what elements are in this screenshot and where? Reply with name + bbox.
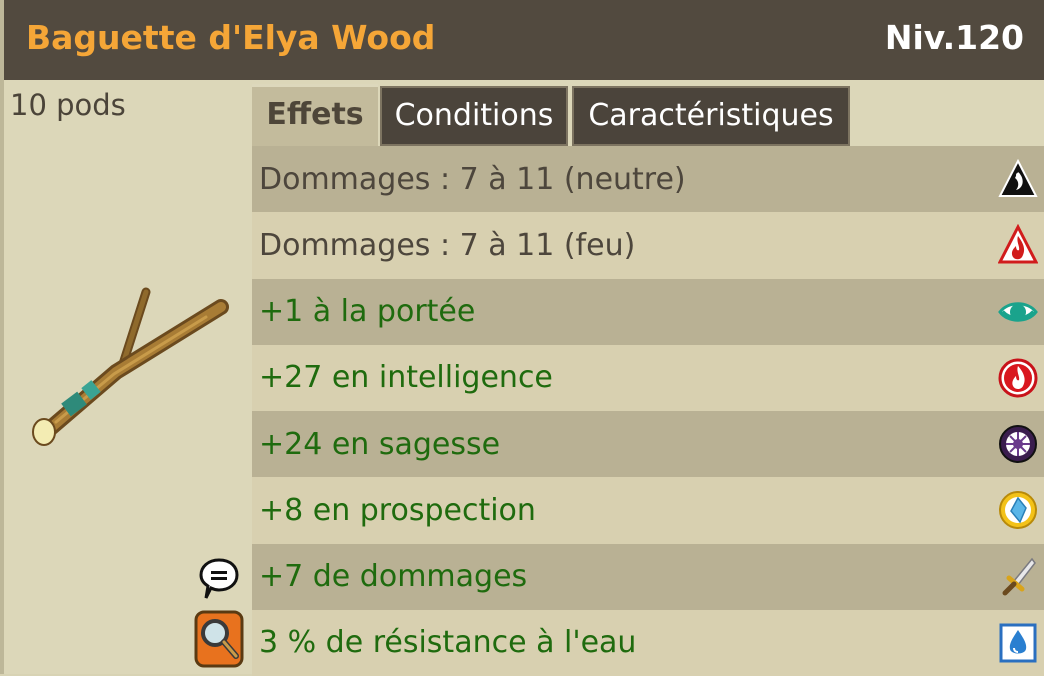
item-level: Niv.120: [884, 18, 1024, 57]
effect-row: +1 à la portée: [252, 278, 1044, 345]
effect-text: Dommages : 7 à 11 (feu): [259, 227, 636, 263]
tab-bar: Effets Conditions Caractéristiques: [252, 80, 1044, 146]
item-name: Baguette d'Elya Wood: [26, 18, 436, 57]
effect-row: +7 de dommages: [252, 543, 1044, 610]
effect-text: +24 en sagesse: [259, 426, 501, 462]
effect-row: +8 en prospection: [252, 477, 1044, 544]
item-weight: 10 pods: [10, 88, 126, 122]
wand-item-image: [32, 287, 229, 446]
fire-element-icon: [998, 224, 1038, 264]
tab-conditions[interactable]: Conditions: [380, 86, 568, 146]
effect-text: +7 de dommages: [259, 559, 528, 595]
wisdom-icon: [999, 425, 1037, 464]
effect-text: 3 % de résistance à l'eau: [259, 625, 637, 661]
effect-text: +1 à la portée: [259, 294, 476, 330]
effect-text: Dommages : 7 à 11 (neutre): [259, 161, 686, 197]
tab-effets[interactable]: Effets: [252, 84, 378, 146]
effect-row: Dommages : 7 à 11 (feu): [252, 212, 1044, 279]
effect-text: +8 en prospection: [259, 492, 536, 528]
effect-row: +27 en intelligence: [252, 344, 1044, 411]
tab-caracteristiques[interactable]: Caractéristiques: [572, 86, 850, 146]
effect-row: Dommages : 7 à 11 (neutre): [252, 146, 1044, 213]
item-tooltip: Baguette d'Elya Wood Niv.120 10 pods Eff…: [0, 0, 1044, 676]
effects-list: Dommages : 7 à 11 (neutre) Dommages : 7 …: [252, 146, 1044, 676]
inspect-magnifier-icon[interactable]: [194, 610, 244, 668]
range-eye-icon: [998, 301, 1038, 322]
prospecting-icon: [999, 491, 1037, 530]
neutral-element-icon: [998, 158, 1038, 198]
effect-row: 3 % de résistance à l'eau: [252, 609, 1044, 676]
effect-row: +24 en sagesse: [252, 411, 1044, 478]
water-resistance-icon: [999, 623, 1037, 663]
chat-bubble-icon[interactable]: [198, 556, 240, 602]
intelligence-fire-icon: [998, 358, 1038, 398]
effect-text: +27 en intelligence: [259, 360, 553, 396]
damage-sword-icon: [1002, 557, 1036, 596]
